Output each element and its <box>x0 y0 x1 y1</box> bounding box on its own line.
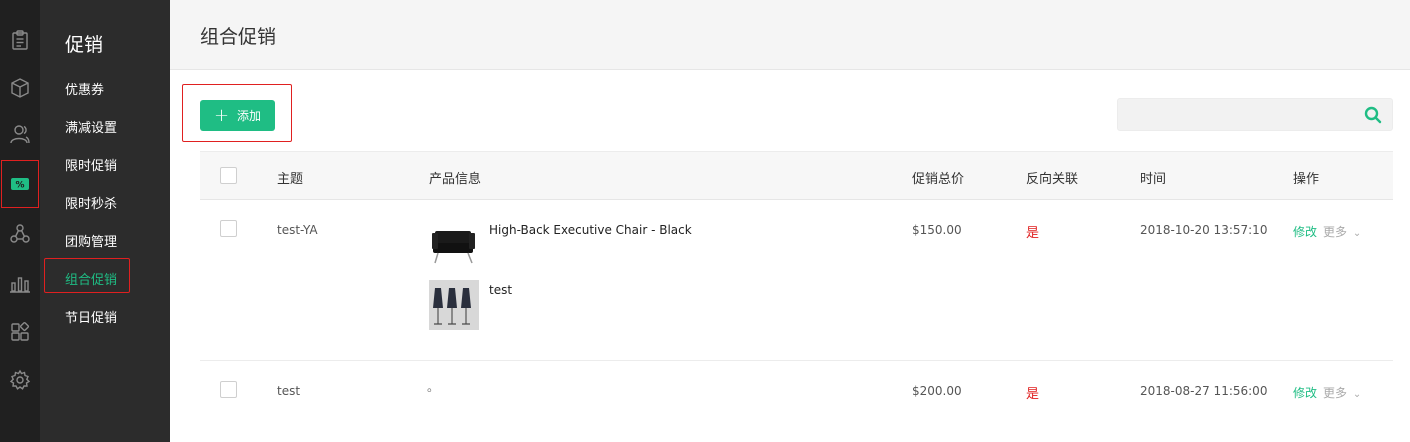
product-thumbnail-dresses <box>429 280 479 330</box>
sidebar-item-discount-settings[interactable]: 满减设置 <box>65 119 117 139</box>
apps-icon <box>11 321 30 341</box>
row-divider <box>200 360 1393 361</box>
add-button-label: 添加 <box>237 109 262 123</box>
column-header-subject: 主题 <box>277 172 304 187</box>
row-checkbox[interactable] <box>220 381 237 398</box>
select-all-checkbox[interactable] <box>220 167 237 184</box>
search-input[interactable] <box>1126 105 1346 125</box>
row-total-price: $150.00 <box>912 223 962 237</box>
bar-chart-icon <box>10 277 30 293</box>
table-header: 主题 产品信息 促销总价 反向关联 时间 操作 <box>200 151 1393 200</box>
row-subject: test <box>277 384 301 398</box>
clipboard-icon <box>12 30 28 50</box>
product-name: High-Back Executive Chair - Black <box>489 223 692 237</box>
sidebar-item-holiday-promotion[interactable]: 节日促销 <box>65 309 117 329</box>
search-icon[interactable] <box>1363 105 1383 125</box>
more-dropdown[interactable]: 更多 ⌄ <box>1323 384 1361 401</box>
sidebar-item-limited-promotion[interactable]: 限时促销 <box>65 157 117 177</box>
edit-link[interactable]: 修改 <box>1293 384 1317 401</box>
plus-icon: + <box>213 104 230 126</box>
row-reverse-link: 是 <box>1026 226 1040 241</box>
column-header-actions: 操作 <box>1293 172 1320 187</box>
promotion-icon: % <box>11 178 29 191</box>
search-box <box>1117 98 1393 131</box>
product-name: 。 <box>427 380 440 394</box>
column-header-time: 时间 <box>1140 172 1167 187</box>
rail-item-products[interactable] <box>0 69 40 107</box>
sidebar-item-group-buy[interactable]: 团购管理 <box>65 233 117 253</box>
sidebar-item-coupons[interactable]: 优惠券 <box>65 81 104 101</box>
rail-item-reports[interactable] <box>0 264 40 302</box>
rail-item-promotions[interactable]: % <box>1 160 39 208</box>
users-icon <box>10 125 30 144</box>
column-header-reverse: 反向关联 <box>1026 172 1079 187</box>
row-time: 2018-10-20 13:57:10 <box>1140 223 1268 237</box>
sidebar: 促销 优惠券 满减设置 限时促销 限时秒杀 团购管理 组合促销 节日促销 <box>40 0 170 442</box>
box-icon <box>11 78 29 98</box>
rail-item-distribution[interactable] <box>0 215 40 253</box>
row-time: 2018-08-27 11:56:00 <box>1140 384 1268 398</box>
product-name: test <box>489 283 513 297</box>
page-title: 组合促销 <box>200 26 277 48</box>
row-reverse-link: 是 <box>1026 387 1040 402</box>
rail-item-apps[interactable] <box>0 313 40 351</box>
row-total-price: $200.00 <box>912 384 962 398</box>
rail-item-orders[interactable] <box>0 21 40 59</box>
sidebar-item-bundle-promotion[interactable]: 组合促销 <box>65 271 117 291</box>
column-header-total: 促销总价 <box>912 172 965 187</box>
more-dropdown[interactable]: 更多 ⌄ <box>1323 223 1361 240</box>
chevron-down-icon: ⌄ <box>1352 389 1362 400</box>
sidebar-title: 促销 <box>65 34 104 56</box>
chevron-down-icon: ⌄ <box>1352 228 1362 239</box>
rail-item-settings[interactable] <box>0 361 40 399</box>
rail-item-customers[interactable] <box>0 115 40 153</box>
add-button[interactable]: + 添加 <box>200 100 275 131</box>
row-subject: test-YA <box>277 223 318 237</box>
product-thumbnail-chair <box>429 219 479 269</box>
more-label: 更多 <box>1323 225 1348 239</box>
svg-text:%: % <box>15 181 24 191</box>
network-icon <box>10 224 30 243</box>
page-header: 组合促销 <box>170 0 1410 70</box>
row-checkbox[interactable] <box>220 220 237 237</box>
icon-rail: % <box>0 0 40 442</box>
edit-link[interactable]: 修改 <box>1293 223 1317 240</box>
column-header-products: 产品信息 <box>429 172 482 187</box>
gear-icon <box>9 369 31 390</box>
more-label: 更多 <box>1323 386 1348 400</box>
sidebar-item-flash-sale[interactable]: 限时秒杀 <box>65 195 117 215</box>
